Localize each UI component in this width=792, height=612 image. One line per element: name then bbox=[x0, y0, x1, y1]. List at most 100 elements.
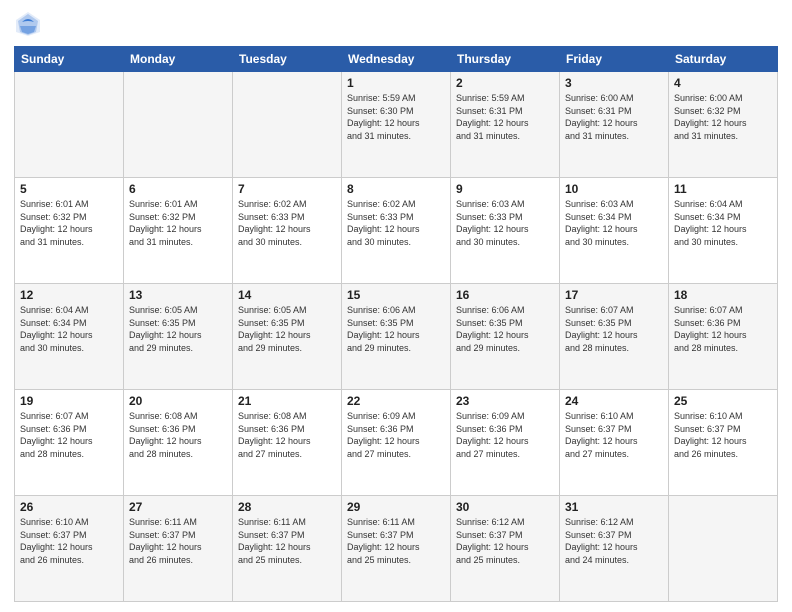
calendar-cell: 23Sunrise: 6:09 AM Sunset: 6:36 PM Dayli… bbox=[451, 390, 560, 496]
calendar-cell: 22Sunrise: 6:09 AM Sunset: 6:36 PM Dayli… bbox=[342, 390, 451, 496]
day-info: Sunrise: 6:06 AM Sunset: 6:35 PM Dayligh… bbox=[347, 304, 445, 354]
calendar-cell: 13 Sunrise: 6:05 AM Sunset: 6:35 PM Dayli… bbox=[124, 284, 233, 390]
calendar-week-2: 5 Sunrise: 6:01 AM Sunset: 6:32 PM Daylig… bbox=[15, 178, 778, 284]
calendar-cell: 10Sunrise: 6:03 AM Sunset: 6:34 PM Dayli… bbox=[560, 178, 669, 284]
day-number: 29 bbox=[347, 500, 445, 514]
day-info: Sunrise: 6:11 AM Sunset: 6:37 PM Dayligh… bbox=[129, 516, 227, 566]
day-info: Sunrise: 6:05 AM Sunset: 6:35 PM Dayligh… bbox=[129, 304, 227, 354]
day-number: 21 bbox=[238, 394, 336, 408]
day-info: Sunrise: 6:08 AM Sunset: 6:36 PM Dayligh… bbox=[238, 410, 336, 460]
day-number: 6 bbox=[129, 182, 227, 196]
day-info: Sunrise: 6:10 AM Sunset: 6:37 PM Dayligh… bbox=[565, 410, 663, 460]
day-number: 2 bbox=[456, 76, 554, 90]
day-number: 11 bbox=[674, 182, 772, 196]
calendar-cell bbox=[124, 72, 233, 178]
day-info: Sunrise: 6:07 AM Sunset: 6:35 PM Dayligh… bbox=[565, 304, 663, 354]
day-number: 4 bbox=[674, 76, 772, 90]
col-header-wednesday: Wednesday bbox=[342, 47, 451, 72]
calendar-cell: 18 Sunrise: 6:07 AM Sunset: 6:36 PM Dayli… bbox=[669, 284, 778, 390]
calendar-cell: 9 Sunrise: 6:03 AM Sunset: 6:33 PM Daylig… bbox=[451, 178, 560, 284]
header bbox=[14, 10, 778, 38]
day-number: 9 bbox=[456, 182, 554, 196]
calendar-cell: 25 Sunrise: 6:10 AM Sunset: 6:37 PM Dayli… bbox=[669, 390, 778, 496]
day-info: Sunrise: 6:10 AM Sunset: 6:37 PM Dayligh… bbox=[674, 410, 772, 460]
day-info: Sunrise: 6:09 AM Sunset: 6:36 PM Dayligh… bbox=[456, 410, 554, 460]
calendar-cell bbox=[669, 496, 778, 602]
calendar-cell: 16 Sunrise: 6:06 AM Sunset: 6:35 PM Dayli… bbox=[451, 284, 560, 390]
calendar-cell: 28Sunrise: 6:11 AM Sunset: 6:37 PM Dayli… bbox=[233, 496, 342, 602]
col-header-friday: Friday bbox=[560, 47, 669, 72]
day-info: Sunrise: 6:02 AM Sunset: 6:33 PM Dayligh… bbox=[347, 198, 445, 248]
calendar-cell bbox=[233, 72, 342, 178]
day-info: Sunrise: 5:59 AM Sunset: 6:31 PM Dayligh… bbox=[456, 92, 554, 142]
day-info: Sunrise: 6:10 AM Sunset: 6:37 PM Dayligh… bbox=[20, 516, 118, 566]
calendar-cell: 6 Sunrise: 6:01 AM Sunset: 6:32 PM Daylig… bbox=[124, 178, 233, 284]
page: SundayMondayTuesdayWednesdayThursdayFrid… bbox=[0, 0, 792, 612]
calendar-cell: 7Sunrise: 6:02 AM Sunset: 6:33 PM Daylig… bbox=[233, 178, 342, 284]
col-header-tuesday: Tuesday bbox=[233, 47, 342, 72]
day-number: 31 bbox=[565, 500, 663, 514]
day-number: 3 bbox=[565, 76, 663, 90]
day-number: 19 bbox=[20, 394, 118, 408]
day-info: Sunrise: 6:05 AM Sunset: 6:35 PM Dayligh… bbox=[238, 304, 336, 354]
day-number: 26 bbox=[20, 500, 118, 514]
day-number: 16 bbox=[456, 288, 554, 302]
day-number: 12 bbox=[20, 288, 118, 302]
day-number: 28 bbox=[238, 500, 336, 514]
day-info: Sunrise: 6:09 AM Sunset: 6:36 PM Dayligh… bbox=[347, 410, 445, 460]
day-info: Sunrise: 6:03 AM Sunset: 6:34 PM Dayligh… bbox=[565, 198, 663, 248]
calendar-cell: 12 Sunrise: 6:04 AM Sunset: 6:34 PM Dayli… bbox=[15, 284, 124, 390]
calendar-cell bbox=[15, 72, 124, 178]
calendar-table: SundayMondayTuesdayWednesdayThursdayFrid… bbox=[14, 46, 778, 602]
col-header-saturday: Saturday bbox=[669, 47, 778, 72]
day-info: Sunrise: 6:01 AM Sunset: 6:32 PM Dayligh… bbox=[20, 198, 118, 248]
day-number: 30 bbox=[456, 500, 554, 514]
day-info: Sunrise: 6:00 AM Sunset: 6:32 PM Dayligh… bbox=[674, 92, 772, 142]
day-info: Sunrise: 6:06 AM Sunset: 6:35 PM Dayligh… bbox=[456, 304, 554, 354]
day-info: Sunrise: 6:07 AM Sunset: 6:36 PM Dayligh… bbox=[674, 304, 772, 354]
day-info: Sunrise: 6:00 AM Sunset: 6:31 PM Dayligh… bbox=[565, 92, 663, 142]
day-info: Sunrise: 6:12 AM Sunset: 6:37 PM Dayligh… bbox=[565, 516, 663, 566]
day-number: 27 bbox=[129, 500, 227, 514]
calendar-week-5: 26 Sunrise: 6:10 AM Sunset: 6:37 PM Dayli… bbox=[15, 496, 778, 602]
day-info: Sunrise: 6:03 AM Sunset: 6:33 PM Dayligh… bbox=[456, 198, 554, 248]
day-info: Sunrise: 6:04 AM Sunset: 6:34 PM Dayligh… bbox=[674, 198, 772, 248]
day-number: 14 bbox=[238, 288, 336, 302]
calendar-cell: 31 Sunrise: 6:12 AM Sunset: 6:37 PM Dayli… bbox=[560, 496, 669, 602]
day-info: Sunrise: 6:02 AM Sunset: 6:33 PM Dayligh… bbox=[238, 198, 336, 248]
day-number: 20 bbox=[129, 394, 227, 408]
col-header-sunday: Sunday bbox=[15, 47, 124, 72]
day-info: Sunrise: 6:11 AM Sunset: 6:37 PM Dayligh… bbox=[347, 516, 445, 566]
calendar-cell: 26 Sunrise: 6:10 AM Sunset: 6:37 PM Dayli… bbox=[15, 496, 124, 602]
calendar-week-1: 1Sunrise: 5:59 AM Sunset: 6:30 PM Daylig… bbox=[15, 72, 778, 178]
calendar-cell: 8 Sunrise: 6:02 AM Sunset: 6:33 PM Daylig… bbox=[342, 178, 451, 284]
calendar-cell: 19 Sunrise: 6:07 AM Sunset: 6:36 PM Dayli… bbox=[15, 390, 124, 496]
calendar-cell: 20Sunrise: 6:08 AM Sunset: 6:36 PM Dayli… bbox=[124, 390, 233, 496]
day-number: 18 bbox=[674, 288, 772, 302]
calendar-cell: 17 Sunrise: 6:07 AM Sunset: 6:35 PM Dayli… bbox=[560, 284, 669, 390]
calendar-cell: 29 Sunrise: 6:11 AM Sunset: 6:37 PM Dayli… bbox=[342, 496, 451, 602]
calendar-week-3: 12 Sunrise: 6:04 AM Sunset: 6:34 PM Dayli… bbox=[15, 284, 778, 390]
day-info: Sunrise: 6:04 AM Sunset: 6:34 PM Dayligh… bbox=[20, 304, 118, 354]
day-number: 5 bbox=[20, 182, 118, 196]
day-number: 25 bbox=[674, 394, 772, 408]
logo-icon bbox=[14, 10, 42, 38]
logo bbox=[14, 10, 46, 38]
day-number: 13 bbox=[129, 288, 227, 302]
calendar-week-4: 19 Sunrise: 6:07 AM Sunset: 6:36 PM Dayli… bbox=[15, 390, 778, 496]
calendar-cell: 27 Sunrise: 6:11 AM Sunset: 6:37 PM Dayli… bbox=[124, 496, 233, 602]
calendar-cell: 2 Sunrise: 5:59 AM Sunset: 6:31 PM Daylig… bbox=[451, 72, 560, 178]
day-info: Sunrise: 6:01 AM Sunset: 6:32 PM Dayligh… bbox=[129, 198, 227, 248]
day-number: 24 bbox=[565, 394, 663, 408]
day-info: Sunrise: 6:12 AM Sunset: 6:37 PM Dayligh… bbox=[456, 516, 554, 566]
col-header-monday: Monday bbox=[124, 47, 233, 72]
day-number: 15 bbox=[347, 288, 445, 302]
calendar-cell: 30 Sunrise: 6:12 AM Sunset: 6:37 PM Dayli… bbox=[451, 496, 560, 602]
calendar-cell: 14 Sunrise: 6:05 AM Sunset: 6:35 PM Dayli… bbox=[233, 284, 342, 390]
calendar-cell: 3 Sunrise: 6:00 AM Sunset: 6:31 PM Daylig… bbox=[560, 72, 669, 178]
calendar-cell: 24 Sunrise: 6:10 AM Sunset: 6:37 PM Dayli… bbox=[560, 390, 669, 496]
col-header-thursday: Thursday bbox=[451, 47, 560, 72]
day-number: 17 bbox=[565, 288, 663, 302]
day-number: 8 bbox=[347, 182, 445, 196]
day-info: Sunrise: 6:07 AM Sunset: 6:36 PM Dayligh… bbox=[20, 410, 118, 460]
